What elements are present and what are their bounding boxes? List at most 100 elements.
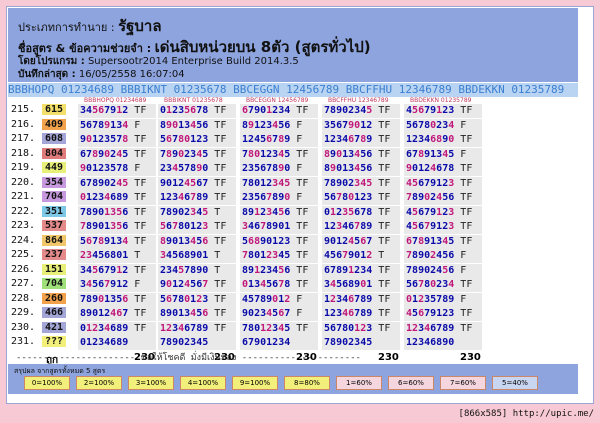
result-cell: 45679123 TF: [404, 220, 482, 234]
row-index: 222.: [11, 205, 36, 217]
result-cell: 90124567 TF: [158, 176, 236, 191]
watermark: [866x585] http://upic.me/: [458, 409, 594, 419]
result-cell: 12346789 TF: [404, 321, 482, 336]
result-cell: 89123456 TF: [240, 263, 318, 278]
result-cell: 89013456 TF: [322, 147, 400, 162]
result-cell: 12346789 TF: [158, 321, 236, 336]
result-cell: 56780123 TF: [322, 191, 400, 205]
table-row: 216. 409 56789134 F 89013456 TF 89123456 F 35…: [8, 118, 488, 134]
result-cell: 01235678 TF: [158, 104, 236, 118]
result-cell: 89123456 TF: [240, 205, 318, 220]
row-number-badge: 421: [42, 321, 66, 333]
result-cell: 56780234 TF: [404, 278, 482, 292]
result-cell: 90234567 F: [240, 307, 318, 321]
saved-label: บันทึกล่าสุด :: [18, 69, 76, 80]
result-cell: 89013456 TF: [158, 307, 236, 321]
result-cell: 56780123 TF: [158, 133, 236, 147]
row-index: 224.: [11, 234, 36, 246]
result-cell: 78902345: [158, 336, 236, 350]
table-row: 226. 151 34567912 TF 23457890 T 89123456 TF 6…: [8, 263, 488, 279]
row-index: 217.: [11, 133, 36, 144]
result-cell: 23457890 T: [158, 263, 236, 278]
result-cell: 34567912 F: [78, 278, 156, 292]
summary-chip: 8=80%: [284, 376, 330, 390]
result-cell: 78902345: [322, 336, 400, 350]
result-cell: 90124567 TF: [158, 278, 236, 292]
summary-chip: 3=100%: [128, 376, 174, 390]
table-row: 215. 615 34567912 TF 01235678 TF 67901234 TF…: [8, 104, 488, 119]
result-cell: 35679012 TF: [322, 118, 400, 133]
result-cell: 56780123 TF: [158, 292, 236, 307]
table-row: 220. 354 67890245 TF 90124567 TF 78012345 TF…: [8, 176, 488, 192]
row-index: 230.: [11, 321, 36, 333]
row-number-badge: 704: [42, 191, 66, 202]
result-cell: 56789134 F: [78, 118, 156, 133]
result-cell: 78012345 TF: [240, 147, 318, 162]
row-number-badge: ???: [42, 336, 66, 347]
result-cell: 89013456 TF: [158, 118, 236, 133]
result-cell: 12346789 TF: [322, 220, 400, 234]
result-cell: 12346890 TF: [404, 133, 482, 147]
row-index: 216.: [11, 118, 36, 130]
table-row: 229. 466 89012467 TF 89013456 TF 90234567 F 1…: [8, 307, 488, 322]
summary-chip: 0=100%: [24, 376, 70, 390]
row-index: 228.: [11, 292, 36, 304]
result-cell: 34568901 TF: [322, 278, 400, 292]
result-cell: 78012345 TF: [240, 321, 318, 336]
row-number-badge: 804: [42, 147, 66, 159]
result-cell: 78902345 TF: [322, 104, 400, 118]
table-row: 230. 421 01234689 TF 12346789 TF 78012345 TF…: [8, 321, 488, 337]
result-cell: 78902345 T: [158, 205, 236, 220]
result-cell: 23457890 TF: [158, 162, 236, 176]
result-cell: 12346890: [404, 336, 482, 350]
result-cell: 89123456 F: [240, 118, 318, 133]
result-cell: 12346789 TF: [322, 307, 400, 321]
result-cell: 67901234: [240, 336, 318, 350]
program-label: โดยโปรแกรม :: [18, 56, 85, 67]
row-number-badge: 237: [42, 249, 66, 260]
row-index: 223.: [11, 220, 36, 231]
result-cell: 01345678 TF: [240, 278, 318, 292]
result-cell: 78902456 TF: [404, 191, 482, 205]
result-cell: 78901356 TF: [78, 205, 156, 220]
summary-chip: 6=60%: [388, 376, 434, 390]
summary-chip: 4=100%: [180, 376, 226, 390]
result-cell: 67890245 TF: [78, 176, 156, 191]
result-cell: 45789012 F: [240, 292, 318, 307]
row-index: 221.: [11, 191, 36, 202]
hit-count: 230: [460, 351, 481, 363]
row-number-badge: 615: [42, 104, 66, 115]
row-index: 219.: [11, 162, 36, 173]
formula-bar: BBBHOPQ 01234689 BBBIKNT 01235678 BBCEGG…: [8, 83, 578, 97]
summary-chip: 5=40%: [492, 376, 538, 390]
result-cell: 78012345 TF: [240, 249, 318, 263]
summary-chip: 9=100%: [232, 376, 278, 390]
result-cell: 67891234 TF: [322, 263, 400, 278]
prediction-type-label: ประเภทการทำนาย :: [18, 21, 115, 34]
result-cell: 78901356 TF: [78, 292, 156, 307]
result-cell: 56780123 TF: [322, 321, 400, 336]
table-row: 218. 804 67890245 TF 78902345 TF 78012345 TF…: [8, 147, 488, 163]
header-panel: ประเภทการทำนาย : รัฐบาล ชื่อสูตร & ข้อคว…: [8, 8, 578, 82]
summary-chip: 7=60%: [440, 376, 486, 390]
result-cell: 90124678 TF: [404, 162, 482, 176]
table-row: 227. 704 34567912 F 90124567 TF 01345678 TF 3…: [8, 278, 488, 293]
table-row: 219. 449 90123578 F 23457890 TF 23567890 F 89…: [8, 162, 488, 177]
table-row: 221. 704 01234689 TF 12346789 TF 23567890 F 5…: [8, 191, 488, 206]
result-cell: 56780234 F: [404, 118, 482, 133]
result-cell: 89012467 TF: [78, 307, 156, 321]
result-cell: 89013456 TF: [158, 234, 236, 249]
row-index: 231.: [11, 336, 36, 347]
result-cell: 23567890 F: [240, 191, 318, 205]
saved-row: บันทึกล่าสุด : 16/05/2558 16:07:04: [18, 67, 185, 82]
result-cell: 34568901 T: [158, 249, 236, 263]
result-cell: 01234689: [78, 336, 156, 350]
result-cell: 34567912 TF: [78, 263, 156, 278]
row-index: 227.: [11, 278, 36, 289]
result-cell: 56789134 TF: [78, 234, 156, 249]
table-row: 228. 260 78901356 TF 56780123 TF 45789012 F 1…: [8, 292, 488, 308]
result-cell: 12346789 TF: [322, 133, 400, 147]
result-cell: 56890123 TF: [240, 234, 318, 249]
row-index: 229.: [11, 307, 36, 318]
row-number-badge: 449: [42, 162, 66, 173]
